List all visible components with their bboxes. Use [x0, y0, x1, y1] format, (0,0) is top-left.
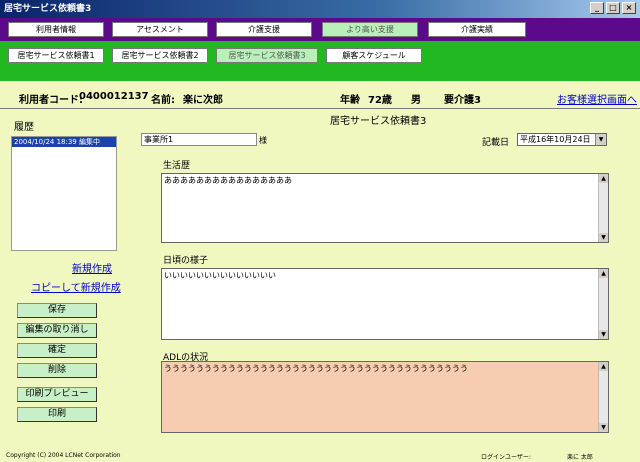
minimize-button[interactable]: _: [590, 2, 604, 14]
footer: Copyright (C) 2004 LCNet Corporation ログイ…: [0, 450, 640, 462]
close-button[interactable]: ×: [622, 2, 636, 14]
divider: [0, 108, 640, 109]
date-select[interactable]: 平成16年10月24日 ▼: [517, 133, 607, 146]
nav-request-form-1[interactable]: 居宅サービス依頼書1: [8, 48, 104, 63]
copy-new-record-link[interactable]: コピーして新規作成: [31, 279, 121, 294]
customer-select-link[interactable]: お客様選択画面へ: [557, 91, 637, 106]
new-record-link[interactable]: 新規作成: [72, 260, 112, 275]
nav-request-form-2[interactable]: 居宅サービス依頼書2: [112, 48, 208, 63]
secondary-nav: 居宅サービス依頼書1 居宅サービス依頼書2 居宅サービス依頼書3 顧客スケジュー…: [0, 41, 640, 81]
user-age: 72歳: [368, 95, 392, 106]
adl-text: うううううううううううううううううううううううううううううううううううううう: [164, 364, 468, 373]
nav-care-record[interactable]: 介護実績: [428, 22, 526, 37]
save-button[interactable]: 保存: [17, 303, 97, 318]
title-bar: 居宅サービス依頼書3 _ □ ×: [0, 0, 640, 18]
nav-request-form-3[interactable]: 居宅サービス依頼書3: [216, 48, 318, 63]
nav-customer-schedule[interactable]: 顧客スケジュール: [326, 48, 422, 63]
scrollbar[interactable]: ▲ ▼: [598, 269, 608, 339]
care-level: 要介護3: [444, 95, 481, 106]
login-user-label: ログインユーザー:: [481, 454, 531, 461]
print-button[interactable]: 印刷: [17, 407, 97, 422]
date-value: 平成16年10月24日: [520, 135, 591, 144]
nav-assessment[interactable]: アセスメント: [112, 22, 208, 37]
window-title: 居宅サービス依頼書3: [4, 4, 92, 14]
cancel-edit-button[interactable]: 編集の取り消し: [17, 323, 97, 338]
scrollbar[interactable]: ▲ ▼: [598, 362, 608, 432]
daily-condition-label: 日頃の様子: [163, 256, 209, 266]
primary-nav: 利用者情報 アセスメント 介護支援 より高い支援 介護実績: [0, 18, 640, 41]
history-label: 履歴: [14, 122, 34, 133]
confirm-button[interactable]: 確定: [17, 343, 97, 358]
user-code-label: 利用者コード:: [19, 95, 83, 106]
user-code: 0400012137: [79, 91, 149, 102]
life-history-label: 生活歴: [163, 161, 191, 171]
scroll-up-icon[interactable]: ▲: [599, 362, 608, 371]
nav-higher-support[interactable]: より高い支援: [322, 22, 418, 37]
name-label: 名前:: [151, 95, 175, 106]
honorific-label: 様: [259, 136, 267, 145]
daily-condition-field[interactable]: いいいいいいいいいいいいいい ▲ ▼: [161, 268, 609, 340]
adl-field[interactable]: うううううううううううううううううううううううううううううううううううううう ▲…: [161, 361, 609, 433]
scroll-down-icon[interactable]: ▼: [599, 423, 608, 432]
user-info-bar: 利用者コード: 0400012137 名前: 楽に次郎 年齢 72歳 男 要介護…: [0, 86, 640, 108]
chevron-down-icon[interactable]: ▼: [595, 134, 606, 145]
form-title: 居宅サービス依頼書3: [330, 116, 427, 127]
print-preview-button[interactable]: 印刷プレビュー: [17, 387, 97, 402]
history-list[interactable]: 2004/10/24 18:39 編集中: [11, 136, 117, 251]
life-history-field[interactable]: ああああああああああああああああ ▲ ▼: [161, 173, 609, 243]
age-label: 年齢: [340, 95, 360, 106]
scroll-up-icon[interactable]: ▲: [599, 174, 608, 183]
user-name: 楽に次郎: [183, 95, 223, 106]
scroll-down-icon[interactable]: ▼: [599, 233, 608, 242]
user-gender: 男: [411, 95, 421, 106]
copyright: Copyright (C) 2004 LCNet Corporation: [6, 452, 121, 459]
scrollbar[interactable]: ▲ ▼: [598, 174, 608, 242]
login-user: 楽に 太郎: [567, 454, 593, 461]
delete-button[interactable]: 削除: [17, 363, 97, 378]
scroll-down-icon[interactable]: ▼: [599, 330, 608, 339]
scroll-up-icon[interactable]: ▲: [599, 269, 608, 278]
date-label: 記載日: [482, 138, 510, 148]
daily-condition-text: いいいいいいいいいいいいいい: [164, 271, 276, 280]
life-history-text: ああああああああああああああああ: [164, 176, 292, 185]
nav-care-support[interactable]: 介護支援: [216, 22, 312, 37]
office-input[interactable]: 事業所1: [141, 133, 257, 146]
maximize-button[interactable]: □: [606, 2, 620, 14]
nav-user-info[interactable]: 利用者情報: [8, 22, 104, 37]
history-item[interactable]: 2004/10/24 18:39 編集中: [12, 137, 116, 147]
